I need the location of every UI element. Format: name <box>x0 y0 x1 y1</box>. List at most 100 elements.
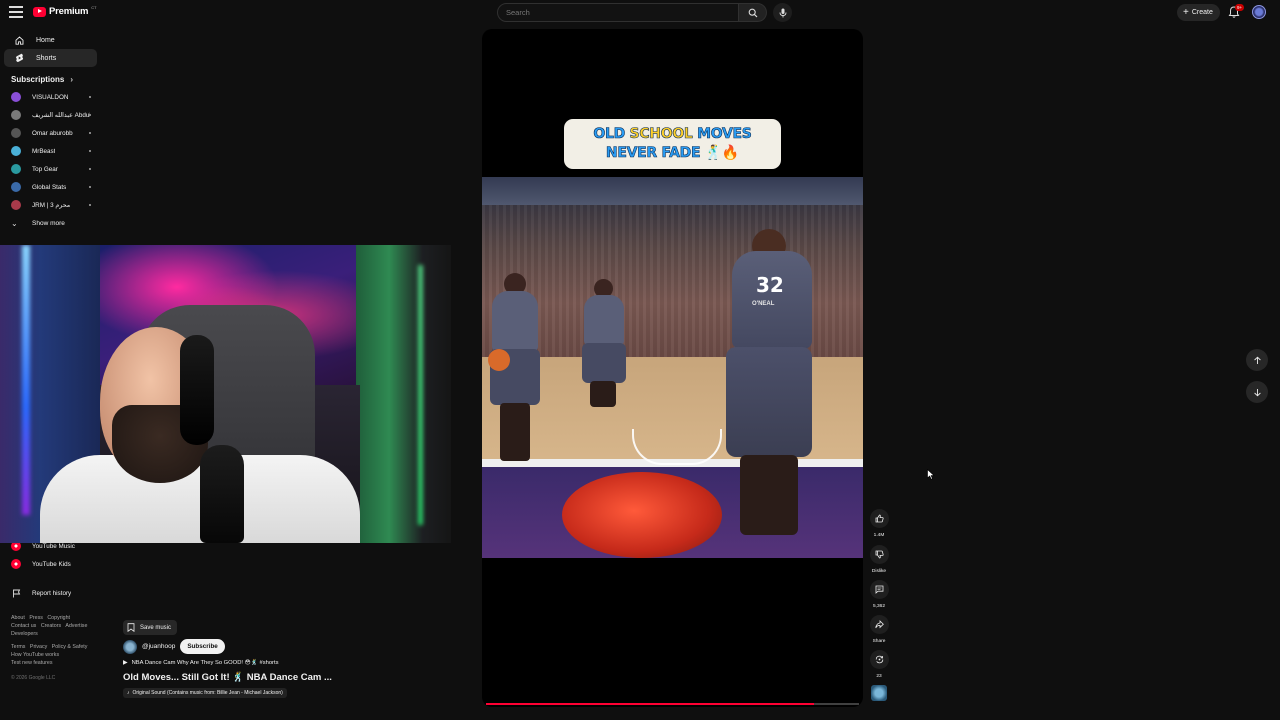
related-video-title: NBA Dance Cam Why Are They So GOOD! 😳🕺 #… <box>131 659 279 666</box>
logo-text: Premium <box>49 6 89 17</box>
video-court-ball-logo <box>562 472 722 558</box>
footer-link[interactable]: Contact us <box>11 623 36 629</box>
next-short-button[interactable] <box>1246 381 1268 403</box>
save-music-label: Save music <box>140 624 172 631</box>
dislike-action: Dislike <box>868 545 890 574</box>
dislike-label: Dislike <box>871 569 887 574</box>
sidebar-subscription-item[interactable]: VISUALDON <box>0 88 96 106</box>
dislike-button[interactable] <box>869 545 889 564</box>
sidebar-item-label: عبدالله الشريف Abdul... <box>32 111 90 119</box>
sound-chip[interactable]: ♪ Original Sound (Contains music from: B… <box>123 688 287 698</box>
play-icon: ▶ <box>123 660 128 666</box>
footer-link[interactable]: How YouTube works <box>11 652 59 658</box>
sidebar-subscription-item[interactable]: JRM | محرم 3 <box>0 196 96 214</box>
search-button[interactable] <box>739 3 767 22</box>
video-title[interactable]: Old Moves... Still Got It! 🕺 NBA Dance C… <box>123 672 332 683</box>
search-input[interactable] <box>498 8 738 17</box>
sidebar-item-home[interactable]: Home <box>4 31 97 49</box>
sidebar-item-report-history[interactable]: Report history <box>0 584 96 602</box>
youtube-premium-logo[interactable]: Premium CT <box>33 5 97 17</box>
footer-link[interactable]: Test new features <box>11 660 53 666</box>
new-content-dot <box>88 167 91 171</box>
video-caption-banner: OLD SCHOOL MOVES NEVER FADE 🕺🔥 <box>564 119 781 169</box>
previous-short-button[interactable] <box>1246 349 1268 371</box>
sidebar: Home Shorts Subscriptions › VISUALDON عبد… <box>0 28 108 232</box>
logo-country-code: CT <box>91 5 97 10</box>
webcam-neon-light-left <box>22 245 30 515</box>
sound-label: Original Sound (Contains music from: Bil… <box>132 690 283 696</box>
footer-link[interactable]: Creators <box>41 623 61 629</box>
webcam-headphones <box>180 335 214 445</box>
remix-button[interactable] <box>869 650 889 669</box>
share-button[interactable] <box>869 615 889 634</box>
sidebar-more-from-youtube: YouTube Music YouTube Kids Report histor… <box>0 537 108 602</box>
sidebar-subscription-item[interactable]: Omar aburobb <box>0 124 96 142</box>
footer-link[interactable]: About <box>11 615 25 621</box>
search-icon <box>748 8 757 17</box>
sidebar-item-shorts[interactable]: Shorts <box>4 49 97 67</box>
voice-search-button[interactable] <box>773 3 792 22</box>
channel-avatar <box>11 110 21 120</box>
sidebar-item-label: Top Gear <box>32 165 58 173</box>
sidebar-item-label: MrBeast <box>32 147 56 155</box>
jersey-number: 32 <box>756 273 784 297</box>
show-more-button[interactable]: ⌄ Show more <box>0 214 108 232</box>
like-button[interactable] <box>869 509 889 528</box>
create-button[interactable]: + Create <box>1177 4 1220 21</box>
account-avatar[interactable] <box>1252 5 1266 19</box>
basketball <box>488 349 510 371</box>
copyright-text: © 2026 Google LLC <box>11 675 56 681</box>
webcam-neon-light-right <box>418 265 423 525</box>
show-more-label: Show more <box>32 219 65 227</box>
video-player-oneal: 32 O'NEAL <box>722 229 817 547</box>
sidebar-item-label: Global Stats <box>32 183 67 191</box>
video-frame: 32 O'NEAL <box>482 177 863 558</box>
jersey-name: O'NEAL <box>752 301 775 307</box>
home-icon <box>15 35 24 45</box>
sound-source-avatar[interactable] <box>871 685 887 701</box>
video-progress-bar[interactable] <box>486 703 859 705</box>
footer-link[interactable]: Privacy <box>30 644 47 650</box>
channel-handle[interactable]: @juanhoop <box>142 643 175 650</box>
channel-avatar <box>11 128 21 138</box>
new-content-dot <box>88 185 91 189</box>
sidebar-item-label: JRM | محرم 3 <box>32 201 71 209</box>
new-content-dot <box>88 95 91 99</box>
plus-icon: + <box>1183 6 1189 18</box>
sidebar-subscription-item[interactable]: MrBeast <box>0 142 96 160</box>
notification-badge: 9+ <box>1235 4 1245 11</box>
subscribe-button[interactable]: Subscribe <box>180 639 225 654</box>
microphone-icon <box>779 8 786 17</box>
channel-avatar[interactable] <box>123 639 137 654</box>
music-note-icon: ♪ <box>127 690 130 696</box>
search-box <box>497 3 739 22</box>
sidebar-item-youtube-kids[interactable]: YouTube Kids <box>0 555 96 573</box>
channel-avatar <box>11 182 21 192</box>
sidebar-subscription-item[interactable]: Top Gear <box>0 160 96 178</box>
footer-links-primary: About Press Copyright Contact us Creator… <box>11 614 101 638</box>
related-video-link[interactable]: ▶ NBA Dance Cam Why Are They So GOOD! 😳🕺… <box>123 659 279 667</box>
footer-link[interactable]: Press <box>29 615 43 621</box>
footer-links: About Press Copyright Contact us Creator… <box>11 614 101 667</box>
menu-icon[interactable] <box>9 6 23 18</box>
save-music-button[interactable]: Save music <box>123 620 178 635</box>
share-icon <box>874 620 884 629</box>
chevron-right-icon: › <box>70 74 74 84</box>
comments-button[interactable] <box>869 580 889 599</box>
caption-word: SCHOOL <box>629 126 693 143</box>
footer-link[interactable]: Developers <box>11 631 38 637</box>
subscriptions-heading[interactable]: Subscriptions › <box>0 70 108 88</box>
chevron-down-icon: ⌄ <box>11 218 18 228</box>
footer-link[interactable]: Advertise <box>65 623 87 629</box>
footer-link[interactable]: Copyright <box>47 615 70 621</box>
footer-link[interactable]: Policy & Safety <box>52 644 88 650</box>
footer-link[interactable]: Terms <box>11 644 25 650</box>
video-player-left <box>486 273 544 463</box>
sidebar-subscription-item[interactable]: عبدالله الشريف Abdul... <box>0 106 96 124</box>
mouse-cursor-icon <box>927 469 935 480</box>
like-count: 1.4M <box>873 533 885 538</box>
subscriptions-title: Subscriptions <box>11 74 65 84</box>
video-basketball-net <box>632 429 722 465</box>
shorts-video-player[interactable]: OLD SCHOOL MOVES NEVER FADE 🕺🔥 32 O'NEAL <box>482 29 863 707</box>
sidebar-subscription-item[interactable]: Global Stats <box>0 178 96 196</box>
